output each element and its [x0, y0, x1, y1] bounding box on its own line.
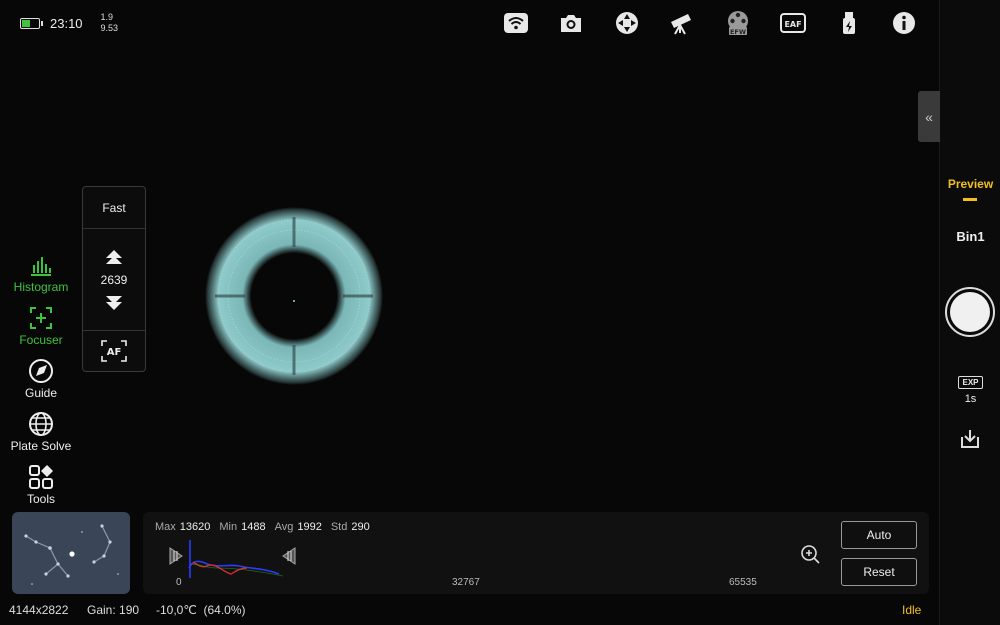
- mount-icon[interactable]: [599, 10, 655, 36]
- clock: 23:10: [50, 15, 83, 31]
- tool-plate-solve[interactable]: Plate Solve: [0, 411, 82, 464]
- efw-label: EFW: [730, 28, 746, 36]
- reset-button[interactable]: Reset: [841, 558, 917, 586]
- focuser-speed-toggle[interactable]: Fast: [83, 187, 145, 229]
- exposure-selector[interactable]: EXP 1s: [941, 376, 1000, 405]
- eaf-icon[interactable]: EAF: [766, 10, 822, 36]
- battery-icon: [20, 17, 43, 29]
- axis-mid: 32767: [452, 577, 480, 588]
- stat-std: 290: [351, 521, 370, 533]
- stat-min-label: Min: [219, 521, 238, 533]
- tools-icon: [29, 465, 53, 489]
- zoom-in-icon[interactable]: [799, 543, 821, 565]
- guide-icon: [29, 359, 53, 383]
- stat-avg-label: Avg: [274, 521, 294, 533]
- histogram-icon: [31, 257, 51, 276]
- focus-down-icon[interactable]: [104, 293, 124, 311]
- histogram-stats: Max 13620 Min 1488 Avg 1992 Std 290: [155, 521, 370, 533]
- wifi-icon[interactable]: [488, 10, 544, 36]
- tool-guide[interactable]: Guide: [0, 358, 82, 411]
- usb-power-icon[interactable]: [821, 10, 877, 36]
- stat-min: 1488: [241, 521, 266, 533]
- tool-histogram-label: Histogram: [13, 280, 69, 294]
- mini-readout: 1.9 9.53: [101, 12, 119, 34]
- focuser-icon: [30, 307, 52, 329]
- stat-std-label: Std: [330, 521, 348, 533]
- autofocus-button[interactable]: AF: [83, 331, 145, 371]
- tool-guide-label: Guide: [24, 386, 58, 400]
- mini-readout-bottom: 9.53: [100, 23, 119, 33]
- tool-tools[interactable]: Tools: [0, 464, 82, 517]
- tab-preview[interactable]: Preview: [941, 177, 1000, 191]
- temperature-readout: -10,0℃ (64.0%): [156, 603, 246, 617]
- histogram-graph: [169, 540, 296, 578]
- exposure-value: 1s: [964, 393, 977, 405]
- resolution-readout: 4144x2822: [9, 603, 69, 617]
- top-toolbar: EFW EAF: [488, 10, 932, 36]
- info-icon[interactable]: [877, 10, 933, 36]
- globe-icon: [29, 412, 53, 436]
- star-map-thumbnail[interactable]: [12, 512, 130, 594]
- star-image: [205, 207, 383, 385]
- collapse-panel-button[interactable]: «: [918, 91, 940, 142]
- axis-start: 0: [176, 577, 182, 588]
- eaf-label: EAF: [785, 20, 802, 29]
- focuser-panel: Fast 2639 AF: [82, 186, 146, 372]
- gain-readout: Gain: 190: [87, 603, 140, 617]
- autofocus-icon: AF: [101, 340, 127, 362]
- tool-plate-solve-label: Plate Solve: [10, 439, 72, 453]
- tool-histogram[interactable]: Histogram: [0, 252, 82, 305]
- axis-end: 65535: [729, 577, 757, 588]
- filter-wheel-icon[interactable]: EFW: [710, 10, 766, 36]
- status-area: 23:10 1.9 9.53: [20, 12, 118, 34]
- stat-max: 13620: [179, 521, 211, 533]
- tool-focuser[interactable]: Focuser: [0, 305, 82, 358]
- capture-state: Idle: [902, 603, 922, 617]
- shutter-button[interactable]: [945, 287, 995, 337]
- autofocus-label: AF: [107, 347, 122, 358]
- stat-avg: 1992: [297, 521, 322, 533]
- telescope-icon[interactable]: [655, 10, 711, 36]
- download-icon[interactable]: [958, 427, 982, 451]
- focuser-stepper: 2639: [83, 229, 145, 331]
- tab-indicator: [963, 198, 977, 201]
- focuser-position: 2639: [100, 272, 128, 287]
- tool-focuser-label: Focuser: [19, 333, 63, 347]
- focus-up-icon[interactable]: [104, 249, 124, 267]
- auto-stretch-button[interactable]: Auto: [841, 521, 917, 549]
- camera-icon[interactable]: [544, 10, 600, 36]
- tool-tools-label: Tools: [26, 492, 55, 506]
- exp-badge: EXP: [958, 376, 983, 389]
- stat-max-label: Max: [155, 521, 176, 533]
- constellation-map: [24, 524, 119, 585]
- left-toolbar: Histogram Focuser Guide Plate Solve Tool…: [0, 252, 82, 517]
- bin-selector[interactable]: Bin1: [941, 229, 1000, 244]
- mini-readout-top: 1.9: [100, 12, 114, 22]
- shutter-inner: [950, 292, 990, 332]
